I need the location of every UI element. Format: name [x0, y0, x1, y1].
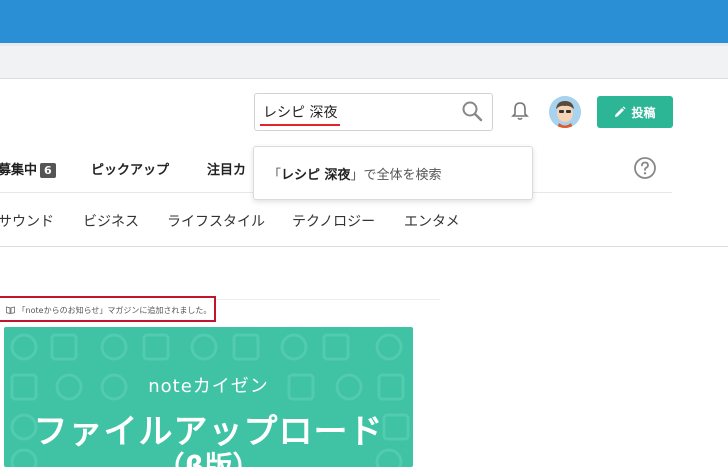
spellcheck-underline [260, 124, 340, 126]
pencil-icon [615, 106, 627, 117]
suggestion-query: レシピ 深夜 [281, 168, 351, 183]
category-business[interactable]: ビジネス [83, 211, 139, 231]
thumbnail-subtitle: noteカイゼン [148, 376, 269, 397]
category-sound[interactable]: サウンド [0, 211, 54, 231]
magazine-icon [6, 306, 15, 315]
count-badge: 6 [40, 163, 56, 178]
notice-text: 「noteからのお知らせ」マガジンに追加されました。 [6, 305, 211, 316]
avatar[interactable] [549, 96, 581, 128]
nav-item-label: 注目カ [207, 163, 247, 178]
browser-top-bar [0, 0, 728, 43]
nav-item-label: ピックアップ [91, 163, 170, 178]
suggestion-suffix: 」で全体を検索 [350, 168, 442, 183]
category-divider [0, 246, 728, 247]
browser-toolbar-strip [0, 46, 728, 79]
category-entertainment[interactable]: エンタメ [404, 211, 460, 231]
help-icon[interactable] [633, 156, 657, 180]
category-lifestyle[interactable]: ライフスタイル [167, 211, 265, 231]
bell-icon[interactable] [509, 100, 531, 122]
category-technology[interactable]: テクノロジー [292, 211, 375, 231]
quote-open: 「 [268, 168, 282, 183]
search-icon[interactable] [461, 100, 483, 122]
nav-item-recruiting[interactable]: 募集中 6 [0, 159, 56, 178]
nav-item-label: 募集中 [0, 163, 38, 178]
thumbnail-title-line2: （β版） [156, 450, 261, 467]
search-all-suggestion[interactable]: 「レシピ 深夜」で全体を検索 [268, 164, 442, 183]
avatar-illustration [549, 96, 581, 128]
search-input-value: レシピ 深夜 [263, 105, 338, 121]
nav-item-pickup[interactable]: ピックアップ [91, 159, 169, 178]
notice-banner: 「noteからのお知らせ」マガジンに追加されました。 [0, 296, 216, 322]
post-button-label: 投稿 [631, 105, 656, 120]
notice-message: 「noteからのお知らせ」マガジンに追加されました。 [17, 306, 212, 315]
search-suggestion-dropdown: 「レシピ 深夜」で全体を検索 [253, 146, 533, 200]
post-button[interactable]: 投稿 [597, 96, 673, 128]
nav-item-featured[interactable]: 注目カ [207, 159, 246, 178]
divider-line [214, 299, 440, 300]
article-thumbnail[interactable]: noteカイゼン ファイルアップロード （β版） [4, 327, 413, 467]
